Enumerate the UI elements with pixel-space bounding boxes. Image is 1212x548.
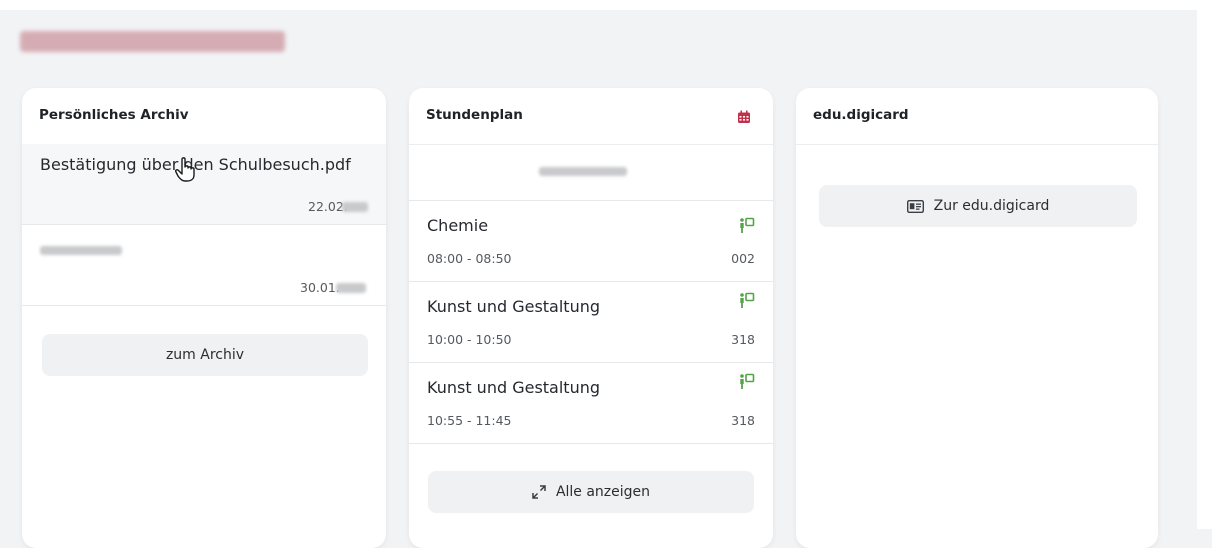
lesson-subject: Chemie xyxy=(427,216,489,235)
to-digicard-button[interactable]: Zur edu.digicard xyxy=(819,185,1137,227)
to-digicard-button-label: Zur edu.digicard xyxy=(933,198,1050,214)
archive-item[interactable]: 30.01. xyxy=(22,225,386,306)
blurred-page-title xyxy=(20,31,285,52)
schedule-card-header: Stundenplan xyxy=(409,88,773,145)
to-archive-button[interactable]: zum Archiv xyxy=(42,334,368,376)
schedule-card: Stundenplan Chemie 08:00 - 08:50 002 Kun… xyxy=(409,88,773,548)
schedule-date-row xyxy=(409,145,773,201)
show-all-button-label: Alle anzeigen xyxy=(555,484,651,500)
archive-item-date: 30.01. xyxy=(300,280,340,295)
room-icon xyxy=(740,217,755,233)
archive-item[interactable]: Bestätigung über den Schulbesuch.pdf 22.… xyxy=(22,144,386,225)
lesson-room: 002 xyxy=(731,251,755,266)
blurred-date-year xyxy=(342,202,368,212)
lesson-subject: Kunst und Gestaltung xyxy=(427,297,601,316)
expand-icon xyxy=(532,485,546,499)
archive-card-header: Persönliches Archiv xyxy=(22,88,386,144)
digicard-card-header: edu.digicard xyxy=(796,88,1158,145)
blurred-date-year xyxy=(336,283,366,293)
lesson-time: 10:00 - 10:50 xyxy=(427,332,512,347)
blurred-schedule-date xyxy=(539,167,627,176)
room-icon xyxy=(740,292,755,308)
archive-card: Persönliches Archiv Bestätigung über den… xyxy=(22,88,386,548)
lesson-row[interactable]: Chemie 08:00 - 08:50 002 xyxy=(409,201,773,282)
top-strip xyxy=(0,0,1212,10)
lesson-row[interactable]: Kunst und Gestaltung 10:00 - 10:50 318 xyxy=(409,282,773,363)
lesson-room: 318 xyxy=(731,332,755,347)
blurred-archive-item-name xyxy=(40,246,122,255)
lesson-time: 10:55 - 11:45 xyxy=(427,413,512,428)
hand-cursor-icon xyxy=(175,157,195,182)
to-archive-button-label: zum Archiv xyxy=(165,347,245,363)
lesson-row[interactable]: Kunst und Gestaltung 10:55 - 11:45 318 xyxy=(409,363,773,444)
lesson-subject: Kunst und Gestaltung xyxy=(427,378,601,397)
lesson-time: 08:00 - 08:50 xyxy=(427,251,512,266)
room-icon xyxy=(740,373,755,389)
id-card-icon xyxy=(906,199,924,213)
archive-card-title: Persönliches Archiv xyxy=(39,107,189,123)
calendar-icon[interactable] xyxy=(737,110,751,124)
digicard-card: edu.digicard Zur edu.digicard xyxy=(796,88,1158,548)
lesson-room: 318 xyxy=(731,413,755,428)
digicard-card-title: edu.digicard xyxy=(813,107,909,123)
show-all-button[interactable]: Alle anzeigen xyxy=(428,471,754,513)
schedule-card-title: Stundenplan xyxy=(426,107,523,123)
right-strip xyxy=(1197,0,1212,529)
